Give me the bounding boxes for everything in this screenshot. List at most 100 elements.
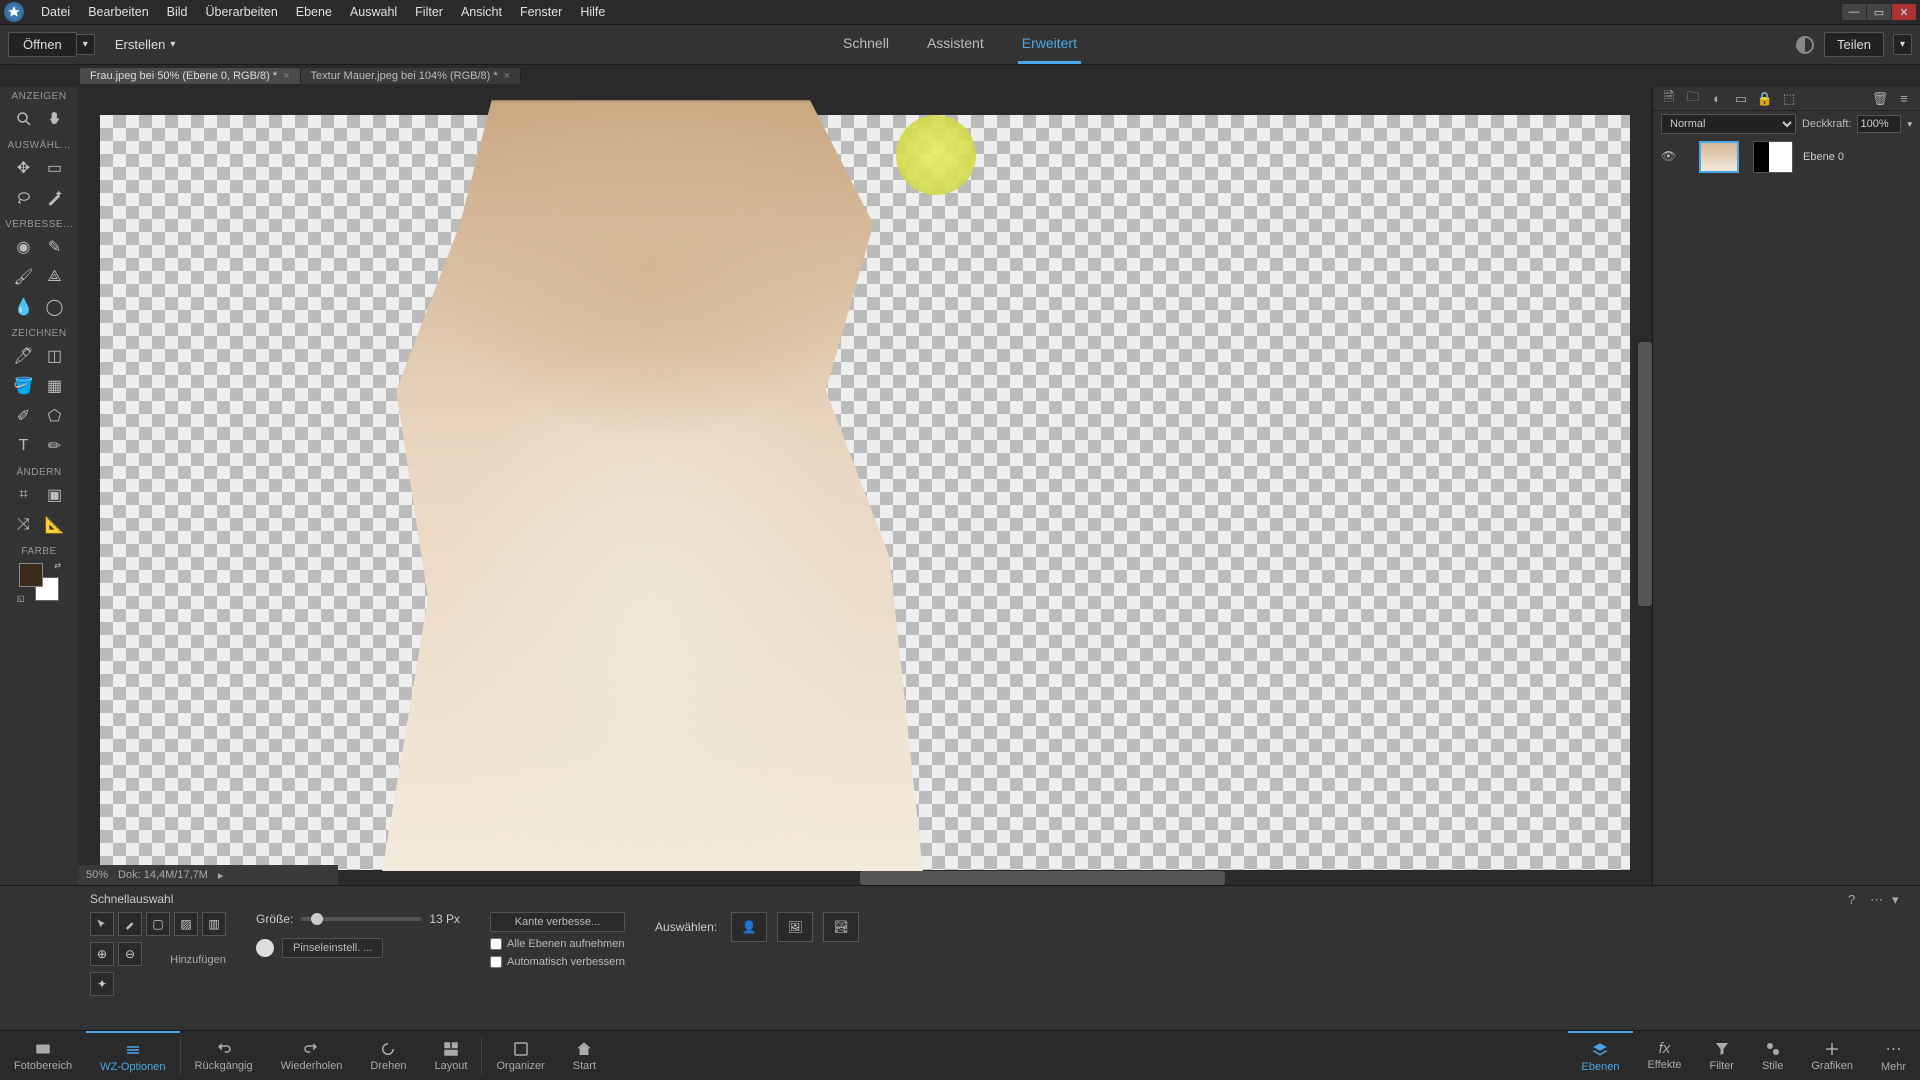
mode-guided[interactable]: Assistent <box>923 25 988 64</box>
menu-ansicht[interactable]: Ansicht <box>452 0 511 25</box>
task-filters[interactable]: Filter <box>1696 1031 1748 1080</box>
task-organizer[interactable]: Organizer <box>482 1031 558 1080</box>
select-subject-icon[interactable]: 👤 <box>731 912 767 942</box>
task-home[interactable]: Start <box>559 1031 610 1080</box>
vertical-scrollbar[interactable] <box>1638 115 1652 870</box>
recompose-tool-icon[interactable]: ▣ <box>44 484 66 506</box>
marquee-tool-icon[interactable]: ▭ <box>44 157 66 179</box>
theme-toggle-icon[interactable] <box>1796 36 1814 54</box>
canvas[interactable] <box>100 115 1630 870</box>
open-dropdown[interactable]: ▾ <box>76 34 95 55</box>
doctab-1-close[interactable]: × <box>283 70 289 82</box>
refine-edge-button[interactable]: Kante verbesse... <box>490 912 625 932</box>
doctab-2[interactable]: Textur Mauer.jpeg bei 104% (RGB/8) *× <box>301 68 522 84</box>
h-scroll-thumb[interactable] <box>860 871 1225 885</box>
task-styles[interactable]: Stile <box>1748 1031 1797 1080</box>
options-menu-icon[interactable]: ⋯ <box>1870 892 1886 908</box>
shape-tool-icon[interactable]: ⬠ <box>44 405 66 427</box>
default-colors-icon[interactable]: ◱ <box>17 594 25 603</box>
panel-menu-icon[interactable]: ≡ <box>1896 91 1912 107</box>
task-redo[interactable]: Wiederholen <box>267 1031 357 1080</box>
select-sky-icon[interactable]: 🖼 <box>777 912 813 942</box>
task-rotate[interactable]: Drehen <box>356 1031 420 1080</box>
menu-fenster[interactable]: Fenster <box>511 0 571 25</box>
layer-visibility-icon[interactable]: 👁 <box>1661 149 1677 165</box>
status-dropdown-icon[interactable]: ▸ <box>218 869 224 882</box>
redeye-tool-icon[interactable]: ◉ <box>13 236 35 258</box>
crop-tool-icon[interactable]: ⌗ <box>13 484 35 506</box>
clone-tool-icon[interactable]: ⟁ <box>44 266 66 288</box>
mask-icon[interactable]: ▭ <box>1733 91 1749 107</box>
select-background-icon[interactable]: 🏞 <box>823 912 859 942</box>
auto-sel-icon[interactable]: ▥ <box>202 912 226 936</box>
spot-heal-tool-icon[interactable]: ✎ <box>44 236 66 258</box>
menu-hilfe[interactable]: Hilfe <box>571 0 614 25</box>
doctab-2-close[interactable]: × <box>504 70 510 82</box>
lasso-tool-icon[interactable] <box>13 187 35 209</box>
swap-colors-icon[interactable]: ⇄ <box>54 561 61 570</box>
menu-datei[interactable]: Datei <box>32 0 79 25</box>
magic-wand-tool-icon[interactable] <box>44 187 66 209</box>
zoom-tool-icon[interactable] <box>13 108 35 130</box>
opacity-input[interactable] <box>1857 115 1901 133</box>
sponge-tool-icon[interactable]: ◯ <box>44 296 66 318</box>
minimize-button[interactable]: — <box>1842 4 1866 20</box>
new-group-icon[interactable]: 🗀 <box>1685 91 1701 107</box>
menu-bearbeiten[interactable]: Bearbeiten <box>79 0 157 25</box>
layer-row[interactable]: 👁 Ebene 0 <box>1653 137 1920 177</box>
mode-quick[interactable]: Schnell <box>839 25 893 64</box>
share-dropdown[interactable]: ▾ <box>1893 34 1912 55</box>
blend-mode-select[interactable]: Normal <box>1661 114 1796 134</box>
task-layout[interactable]: Layout <box>420 1031 481 1080</box>
share-button[interactable]: Teilen <box>1824 32 1884 57</box>
create-label[interactable]: Erstellen <box>115 37 166 52</box>
move-tool-icon[interactable]: ✥ <box>13 157 35 179</box>
refine-sel-icon[interactable]: ▨ <box>174 912 198 936</box>
brush-tool-icon[interactable]: 🖊 <box>13 345 35 367</box>
mode-expert[interactable]: Erweitert <box>1018 25 1081 64</box>
task-layers[interactable]: Ebenen <box>1568 1031 1634 1080</box>
new-layer-icon[interactable]: 🗎 <box>1661 91 1677 107</box>
menu-auswahl[interactable]: Auswahl <box>341 0 406 25</box>
picker-tool-icon[interactable]: ✐ <box>13 405 35 427</box>
gradient-tool-icon[interactable]: ▦ <box>44 375 66 397</box>
opacity-dropdown-icon[interactable]: ▾ <box>1907 119 1912 130</box>
link-icon[interactable]: ⬚ <box>1781 91 1797 107</box>
foreground-color[interactable] <box>19 563 43 587</box>
smart-brush-tool-icon[interactable]: 🖌 <box>13 266 35 288</box>
type-tool-icon[interactable]: T <box>13 435 35 457</box>
brush-settings-button[interactable]: Pinseleinstell. ... <box>282 938 383 958</box>
help-icon[interactable]: ? <box>1848 892 1864 908</box>
slider-thumb[interactable] <box>311 913 323 925</box>
auto-enhance-checkbox[interactable] <box>490 956 502 968</box>
subtract-sel-icon[interactable]: ⊖ <box>118 942 142 966</box>
size-slider[interactable] <box>301 917 421 921</box>
create-dropdown[interactable]: ▾ <box>164 35 181 54</box>
task-photobin[interactable]: Fotobereich <box>0 1031 86 1080</box>
color-swatch[interactable]: ⇄ ◱ <box>19 563 59 601</box>
delete-layer-icon[interactable]: 🗑 <box>1872 91 1888 107</box>
adjustment-layer-icon[interactable]: ◐ <box>1709 91 1725 107</box>
all-layers-checkbox[interactable] <box>490 938 502 950</box>
straighten-tool-icon[interactable]: 📐 <box>44 514 66 536</box>
extra-mode-icon[interactable]: ✦ <box>90 972 114 996</box>
open-button[interactable]: Öffnen <box>8 32 77 57</box>
task-tool-options[interactable]: WZ-Optionen <box>86 1031 179 1080</box>
menu-bild[interactable]: Bild <box>158 0 197 25</box>
zoom-value[interactable]: 50% <box>86 869 108 881</box>
eraser-tool-icon[interactable]: ◫ <box>44 345 66 367</box>
options-collapse-icon[interactable]: ▾ <box>1892 892 1908 908</box>
menu-ueberarbeiten[interactable]: Überarbeiten <box>197 0 287 25</box>
layer-mask-thumbnail[interactable] <box>1753 141 1793 173</box>
v-scroll-thumb[interactable] <box>1638 342 1652 606</box>
magic-wand-sel-icon[interactable]: ▢ <box>146 912 170 936</box>
lock-icon[interactable]: 🔒 <box>1757 91 1773 107</box>
doctab-1[interactable]: Frau.jpeg bei 50% (Ebene 0, RGB/8) *× <box>80 68 301 84</box>
layer-name[interactable]: Ebene 0 <box>1803 151 1844 163</box>
fill-tool-icon[interactable]: 🪣 <box>13 375 35 397</box>
pencil-tool-icon[interactable]: ✏ <box>44 435 66 457</box>
blur-tool-icon[interactable]: 💧 <box>13 296 35 318</box>
layer-thumbnail[interactable] <box>1699 141 1739 173</box>
close-button[interactable]: ✕ <box>1892 4 1916 20</box>
menu-filter[interactable]: Filter <box>406 0 452 25</box>
